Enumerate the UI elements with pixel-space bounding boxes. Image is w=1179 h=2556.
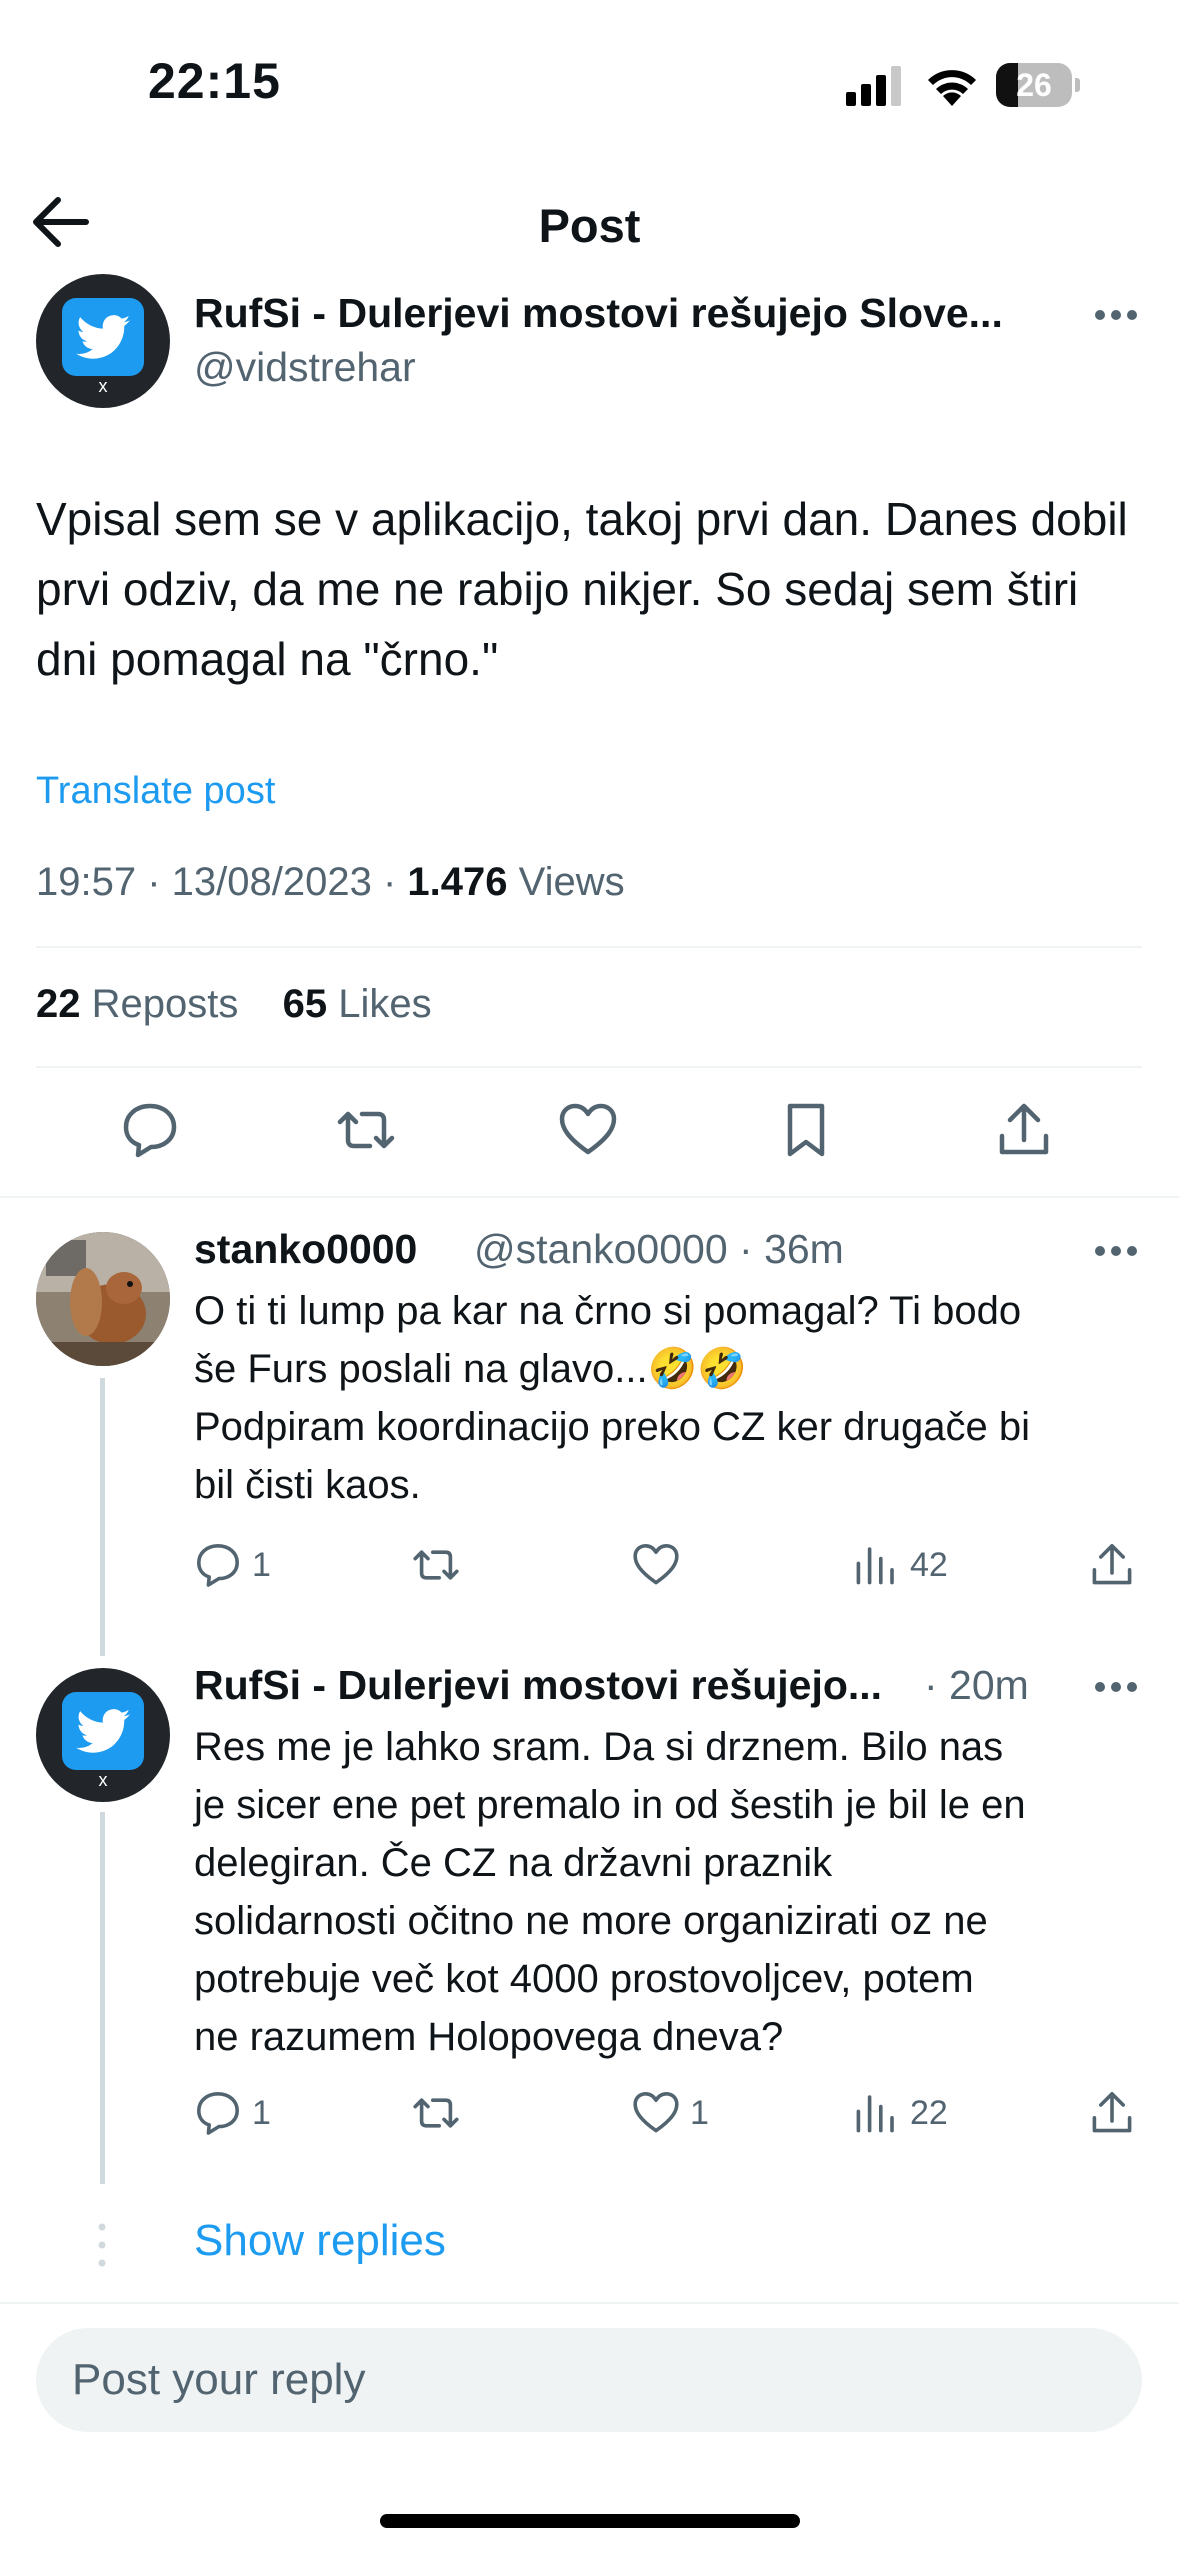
views-button[interactable]: 22 xyxy=(852,2088,948,2138)
reply-icon[interactable] xyxy=(120,1100,180,1160)
share-icon[interactable] xyxy=(994,1100,1054,1160)
avatar[interactable] xyxy=(36,1232,170,1366)
like-icon[interactable] xyxy=(558,1100,618,1160)
reply-handle[interactable]: @stanko0000 xyxy=(474,1226,728,1272)
reply-author-name[interactable]: RufSi - Dulerjevi mostovi rešujejo... xyxy=(194,1662,882,1709)
analytics-icon xyxy=(856,1547,894,1585)
reply-meta: @stanko0000 · 36m xyxy=(474,1226,844,1272)
author-name[interactable]: RufSi - Dulerjevi mostovi rešujejo Slove… xyxy=(194,290,1003,337)
reply-text: Res me je lahko sram. Da si drznem. Bilo… xyxy=(194,1725,1026,2059)
page-title: Post xyxy=(538,199,641,252)
avatar[interactable]: x xyxy=(36,1668,170,1802)
signal-icon xyxy=(846,66,901,106)
analytics-icon xyxy=(856,2095,894,2133)
reply-composer[interactable] xyxy=(36,2328,1142,2432)
home-indicator[interactable] xyxy=(380,2514,800,2528)
more-options-icon[interactable] xyxy=(1094,308,1138,322)
twitter-bird-icon xyxy=(76,315,131,359)
reposts-label: Reposts xyxy=(91,982,239,1026)
reply-text: O ti ti lump pa kar na črno si pomagal? … xyxy=(194,1289,1030,1507)
reply-button[interactable]: 1 xyxy=(194,1540,271,1590)
reply-time: 36m xyxy=(764,1226,844,1272)
bookmark-icon[interactable] xyxy=(776,1100,836,1160)
reposts-stat[interactable]: 22 Reposts xyxy=(36,982,238,1026)
more-options-icon[interactable] xyxy=(1094,1680,1138,1694)
thread-dots-icon xyxy=(98,2223,106,2267)
share-icon xyxy=(1092,1544,1132,1585)
likes-count: 65 xyxy=(282,982,328,1026)
reply-meta: · 20m xyxy=(924,1662,1029,1708)
like-icon xyxy=(633,1544,679,1585)
header: Post xyxy=(0,150,1179,290)
reply-icon xyxy=(197,1544,239,1587)
repost-button[interactable] xyxy=(412,2088,460,2138)
divider xyxy=(0,1196,1179,1198)
repost-icon[interactable] xyxy=(336,1100,396,1160)
wifi-icon xyxy=(928,70,976,106)
post-meta: 19:57 · 13/08/2023 · 1.476 Views xyxy=(36,860,625,904)
reposts-count: 22 xyxy=(36,982,81,1026)
divider xyxy=(36,946,1142,948)
repost-button[interactable] xyxy=(412,1540,460,1590)
post-stats: 22 Reposts 65 Likes xyxy=(36,982,432,1027)
like-button[interactable] xyxy=(632,1540,680,1590)
translate-post-link[interactable]: Translate post xyxy=(36,770,275,813)
like-icon xyxy=(633,2092,679,2133)
more-options-icon[interactable] xyxy=(1094,1244,1138,1258)
reply-time: 20m xyxy=(949,1662,1029,1708)
views-count: 22 xyxy=(910,2093,948,2132)
likes-label: Likes xyxy=(338,982,432,1026)
battery-level: 26 xyxy=(1016,67,1052,103)
divider xyxy=(0,2302,1179,2304)
post-date: 13/08/2023 xyxy=(171,860,372,904)
battery-icon: 26 xyxy=(996,63,1080,107)
views-label: Views xyxy=(518,860,625,904)
reply-icon xyxy=(197,2092,239,2135)
status-bar: 22:15 26 xyxy=(0,0,1179,150)
reply-input[interactable] xyxy=(72,2328,1112,2432)
share-icon xyxy=(1092,2092,1132,2133)
likes-stat[interactable]: 65 Likes xyxy=(283,982,432,1026)
share-button[interactable] xyxy=(1088,1540,1136,1590)
status-time: 22:15 xyxy=(148,53,281,109)
like-button[interactable]: 1 xyxy=(632,2088,709,2138)
twitter-bird-icon xyxy=(76,1709,131,1753)
post-text: Vpisal sem se v aplikacijo, takoj prvi d… xyxy=(36,493,1128,685)
reply-author-name[interactable]: stanko0000 xyxy=(194,1226,417,1273)
reply-count: 1 xyxy=(252,2093,271,2132)
reply-count: 1 xyxy=(252,1545,271,1584)
author-handle[interactable]: @vidstrehar xyxy=(194,344,416,391)
share-button[interactable] xyxy=(1088,2088,1136,2138)
like-count: 1 xyxy=(690,2093,709,2132)
divider xyxy=(36,1066,1142,1068)
avatar[interactable]: x xyxy=(36,274,170,408)
views-count: 42 xyxy=(910,1545,948,1584)
repost-icon xyxy=(413,1550,459,1580)
post-time: 19:57 xyxy=(36,860,137,904)
reply-button[interactable]: 1 xyxy=(194,2088,271,2138)
show-replies-link[interactable]: Show replies xyxy=(194,2216,446,2266)
thread-line xyxy=(100,1378,105,1656)
repost-icon xyxy=(413,2098,459,2128)
views-button[interactable]: 42 xyxy=(852,1540,948,1590)
thread-line xyxy=(100,1812,105,2184)
views-count: 1.476 xyxy=(407,860,508,904)
